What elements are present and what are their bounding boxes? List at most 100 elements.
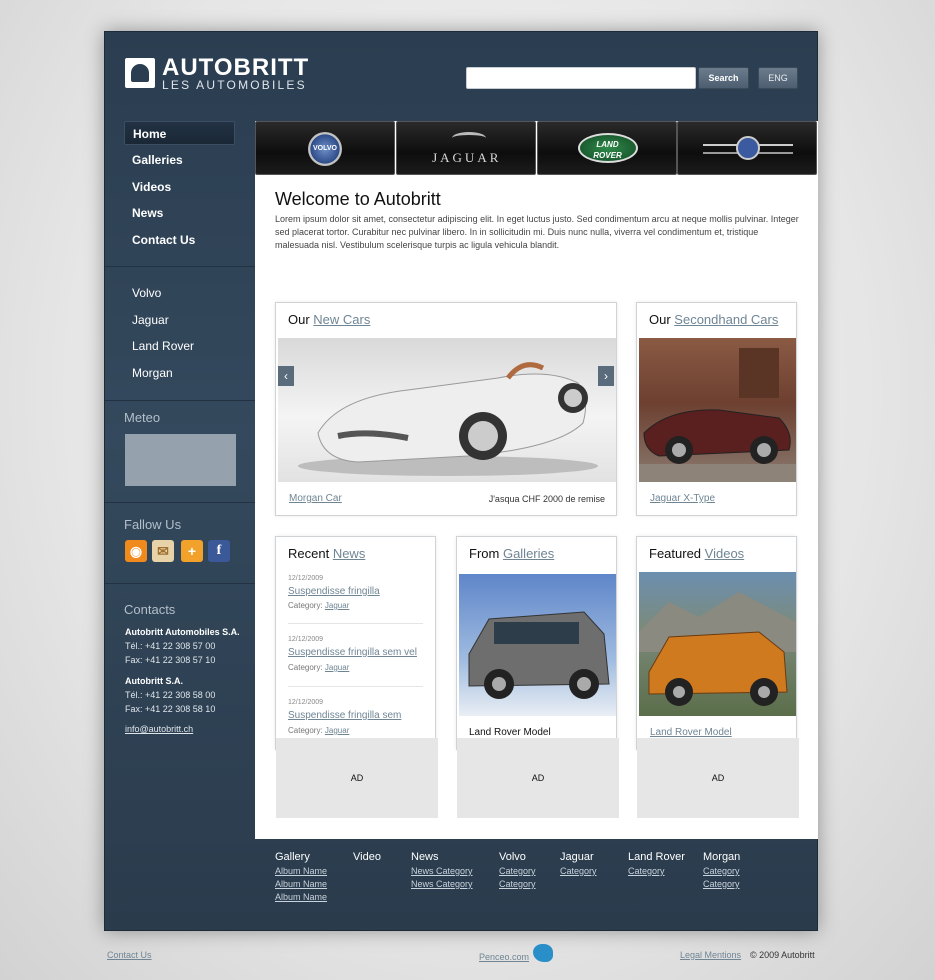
- recent-news-box: Recent News 12/12/2009 Suspendisse fring…: [275, 536, 436, 750]
- new-car-offer: J'asqua CHF 2000 de remise: [488, 494, 605, 504]
- gallery-image: [459, 574, 616, 716]
- footer-col-gallery: Gallery Album Name Album Name Album Name: [275, 851, 327, 902]
- footer-col-land-rover: Land Rover Category: [628, 851, 685, 876]
- ad-slot[interactable]: AD: [276, 738, 438, 818]
- contact-email-link[interactable]: info@autobritt.ch: [125, 722, 193, 736]
- footer-heading: Morgan: [703, 851, 741, 863]
- nav-item-galleries[interactable]: Galleries: [124, 148, 235, 172]
- meteo-heading: Meteo: [124, 410, 161, 425]
- welcome-text: Lorem ipsum dolor sit amet, consectetur …: [275, 214, 799, 250]
- search-button[interactable]: Search: [698, 67, 749, 89]
- footer-link[interactable]: News Category: [411, 866, 473, 876]
- company-name: Autobritt S.A.: [125, 676, 183, 686]
- language-button[interactable]: ENG: [758, 67, 798, 89]
- ad-slot[interactable]: AD: [637, 738, 799, 818]
- brand-logo-land-rover[interactable]: LAND ROVER: [536, 121, 677, 175]
- footer-link[interactable]: Category: [499, 879, 536, 889]
- footer-heading: Volvo: [499, 851, 526, 863]
- nav-item-contact-us[interactable]: Contact Us: [124, 228, 235, 252]
- news-category: Category: Jaguar: [288, 726, 350, 735]
- secondhand-car-image: [639, 338, 796, 482]
- brand-logo-volvo[interactable]: VOLVO: [255, 121, 395, 175]
- videos-title: Featured Videos: [649, 546, 745, 561]
- footer-col-volvo: Volvo Category Category: [499, 851, 536, 889]
- jaguar-wordmark: JAGUAR: [432, 150, 502, 165]
- sidebar-divider: [105, 266, 255, 267]
- footer-link[interactable]: Album Name: [275, 892, 327, 902]
- footer-link[interactable]: Album Name: [275, 866, 327, 876]
- email-icon[interactable]: ✉: [152, 540, 174, 562]
- footer-heading: Jaguar: [560, 851, 594, 863]
- sidebar-brand-jaguar[interactable]: Jaguar: [132, 313, 169, 327]
- phone: Tél.: +41 22 308 57 00: [125, 641, 216, 651]
- main-content: VOLVO JAGUAR LAND ROVER Welcome to Autobr…: [255, 121, 818, 839]
- gallery-caption: Land Rover Model: [469, 727, 551, 738]
- contact-block-1: Autobritt Automobiles S.A. Tél.: +41 22 …: [125, 625, 240, 667]
- sidebar-brand-morgan[interactable]: Morgan: [132, 366, 173, 380]
- sidebar-brand-land-rover[interactable]: Land Rover: [132, 339, 194, 353]
- footer-heading[interactable]: Video: [353, 851, 381, 863]
- morgan-wings-icon: [703, 134, 794, 164]
- brand-logo-morgan[interactable]: [677, 121, 818, 175]
- footer-link[interactable]: Category: [499, 866, 536, 876]
- rss-icon[interactable]: ◉: [125, 540, 147, 562]
- video-caption-link[interactable]: Land Rover Model: [650, 727, 732, 738]
- secondhand-title: Our Secondhand Cars: [649, 312, 779, 327]
- new-cars-title: Our New Cars: [288, 312, 371, 327]
- welcome-title: Welcome to Autobritt: [275, 189, 441, 209]
- secondhand-caption-link[interactable]: Jaguar X-Type: [650, 493, 715, 504]
- new-cars-link[interactable]: New Cars: [313, 312, 370, 327]
- legal-mentions-link[interactable]: Legal Mentions: [680, 950, 741, 960]
- search-input[interactable]: [466, 67, 696, 89]
- add-icon[interactable]: +: [181, 540, 203, 562]
- footer-link[interactable]: Category: [703, 879, 740, 889]
- nav-item-news[interactable]: News: [124, 201, 235, 225]
- footer-heading: Gallery: [275, 851, 310, 863]
- news-date: 12/12/2009: [288, 636, 324, 643]
- slider-next-arrow-icon[interactable]: ›: [598, 366, 614, 386]
- fax: Fax: +41 22 308 57 10: [125, 655, 216, 665]
- copyright: © 2009 Autobritt: [750, 950, 815, 960]
- recent-news-link[interactable]: News: [333, 546, 366, 561]
- sidebar-brand-volvo[interactable]: Volvo: [132, 286, 161, 300]
- galleries-link[interactable]: Galleries: [503, 546, 554, 561]
- footer-link[interactable]: Album Name: [275, 879, 327, 889]
- news-title-link[interactable]: Suspendisse fringilla sem: [288, 710, 401, 721]
- video-thumbnail-image[interactable]: [639, 572, 796, 716]
- news-category-link[interactable]: Jaguar: [325, 601, 349, 610]
- nav-item-videos[interactable]: Videos: [124, 175, 235, 199]
- footer-link[interactable]: Category: [560, 866, 597, 876]
- footer-link[interactable]: Category: [628, 866, 685, 876]
- footer-link[interactable]: Category: [703, 866, 740, 876]
- new-cars-box: Our New Cars ‹ › Morgan Car J'asqua CHF …: [275, 302, 617, 516]
- videos-link[interactable]: Videos: [705, 546, 745, 561]
- slider-prev-arrow-icon[interactable]: ‹: [278, 366, 294, 386]
- penceo-link[interactable]: Penceo.com: [479, 952, 529, 962]
- news-title-link[interactable]: Suspendisse fringilla sem vel: [288, 647, 417, 658]
- footer-link[interactable]: News Category: [411, 879, 473, 889]
- news-title-link[interactable]: Suspendisse fringilla: [288, 586, 380, 597]
- nav-item-home[interactable]: Home: [124, 121, 235, 145]
- penceo-bird-icon: [533, 944, 553, 962]
- facebook-icon[interactable]: f: [208, 540, 230, 562]
- secondhand-cars-box: Our Secondhand Cars Jaguar X-Type: [636, 302, 797, 516]
- land-rover-logo-icon: LAND ROVER: [577, 133, 638, 163]
- news-separator: [288, 623, 423, 624]
- news-category-link[interactable]: Jaguar: [325, 726, 349, 735]
- company-name: Autobritt Automobiles S.A.: [125, 627, 240, 637]
- volvo-logo-icon: VOLVO: [308, 132, 342, 166]
- videos-box: Featured Videos Land Rover Model: [636, 536, 797, 750]
- sidebar-divider: [105, 583, 255, 584]
- bottom-contact-link[interactable]: Contact Us: [107, 950, 152, 960]
- galleries-title: From Galleries: [469, 546, 555, 561]
- galleries-box: From Galleries Land Rover Model: [456, 536, 617, 750]
- sidebar-divider: [105, 502, 255, 503]
- follow-heading: Fallow Us: [124, 517, 182, 532]
- footer-col-jaguar: Jaguar Category: [560, 851, 597, 876]
- news-category-link[interactable]: Jaguar: [325, 663, 349, 672]
- footer-col-video: Video: [353, 851, 381, 863]
- brand-logo-jaguar[interactable]: JAGUAR: [395, 121, 536, 175]
- new-car-caption-link[interactable]: Morgan Car: [289, 493, 342, 504]
- ad-slot[interactable]: AD: [457, 738, 619, 818]
- secondhand-link[interactable]: Secondhand Cars: [674, 312, 778, 327]
